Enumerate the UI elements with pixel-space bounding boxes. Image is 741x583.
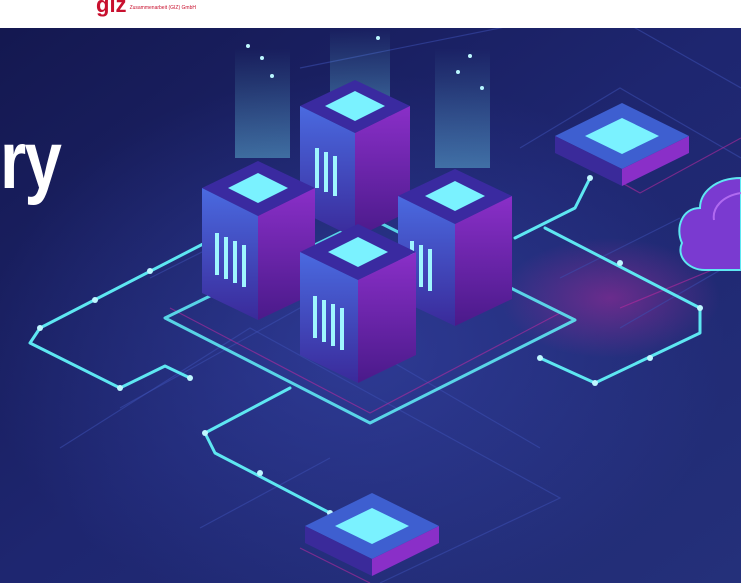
server-front (300, 224, 416, 383)
hero-title: ry (0, 115, 62, 206)
server-back (300, 80, 410, 238)
page: giz Zusammenarbeit (GIZ) GmbH ry (0, 0, 741, 583)
hero-banner: ry (0, 28, 741, 583)
giz-logo[interactable]: giz Zusammenarbeit (GIZ) GmbH (96, 0, 196, 16)
site-header: giz Zusammenarbeit (GIZ) GmbH (0, 0, 741, 28)
logo-tagline: Zusammenarbeit (GIZ) GmbH (129, 5, 196, 11)
logo-mark: giz (96, 0, 127, 17)
hero-illustration (0, 28, 741, 583)
server-left (202, 161, 315, 320)
